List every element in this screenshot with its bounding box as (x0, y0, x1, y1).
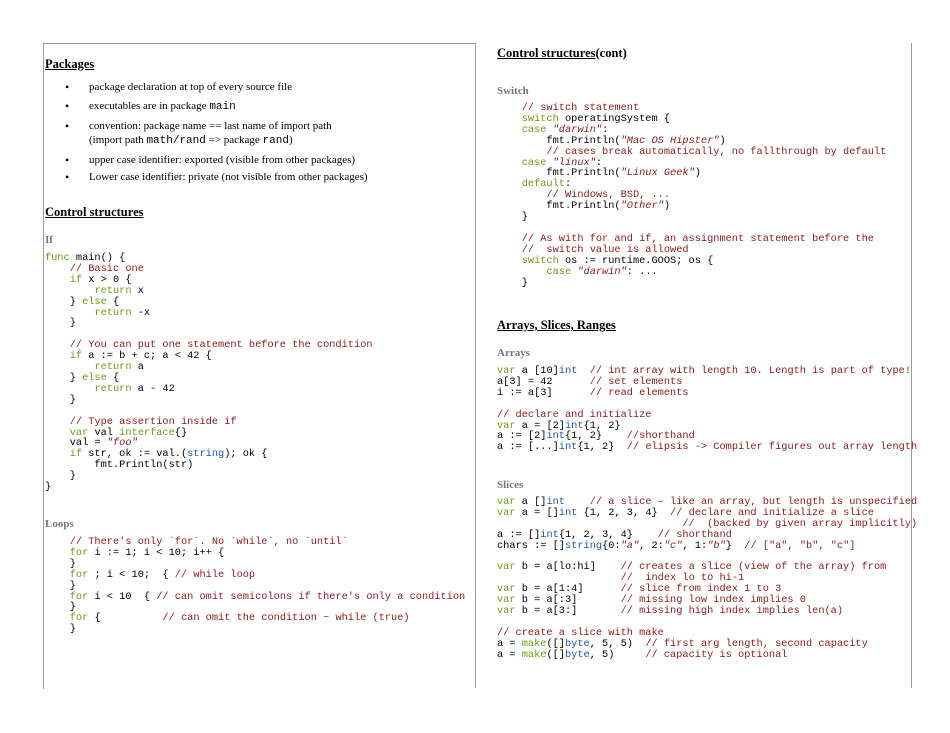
code-token: , 2: (639, 539, 664, 552)
code-token: ) (663, 200, 671, 213)
if-code-block: func main() { // Basic one if x > 0 { re… (45, 253, 373, 493)
arrays-heading: Arrays (497, 347, 530, 359)
list-item: Lower case identifier: private (not visi… (65, 170, 470, 184)
control-structures-heading: Control structures (45, 205, 144, 219)
list-item: upper case identifier: exported (visible… (65, 153, 470, 167)
code-token: int (558, 441, 578, 454)
code-token: {0: (602, 539, 621, 552)
switch-code-block: // switch statement switch operatingSyst… (497, 103, 887, 289)
code-token: } (45, 623, 76, 636)
code-token: // ["a", "b", "c"] (744, 539, 856, 552)
code-token: string (564, 539, 603, 552)
code-token: ) (694, 167, 701, 180)
code-token: , 1: (682, 539, 708, 552)
code-line: } (45, 317, 76, 329)
code-line: i := a[3] // read elements (497, 387, 689, 399)
code-token: "Other" (620, 200, 664, 213)
arrays-slices-ranges-heading: Arrays, Slices, Ranges (497, 318, 616, 332)
code-line: } (45, 623, 76, 635)
code-token: a := [...] (497, 441, 559, 454)
code-token: } (497, 211, 528, 224)
packages-heading: Packages (45, 57, 95, 71)
control-structures-cont-heading: Control structures (cont) (497, 46, 627, 60)
list-item: executables are in package main (65, 99, 470, 114)
code-token: case (546, 265, 572, 278)
code-token: return (94, 382, 132, 395)
code-line: for { // can omit the condition ~ while … (45, 612, 410, 624)
list-item: package declaration at top of every sour… (65, 80, 470, 94)
code-token: a = (497, 648, 522, 661)
code-token: "b" (707, 539, 726, 552)
code-token: ([] (546, 648, 565, 661)
code-line: a := [...]int{1, 2} // elipsis -> Compil… (497, 441, 917, 453)
code-token: byte (564, 648, 590, 661)
code-token: // capacity is optional (645, 648, 788, 661)
code-line: chars := []string{0:"a", 2:"c", 1:"b"} /… (497, 540, 855, 552)
code-line: var b = a[3:] // missing high index impl… (497, 605, 843, 617)
code-token: i < 10 { (88, 590, 157, 603)
code-token: } (45, 481, 52, 494)
code-token: {1, 2} (577, 441, 627, 454)
code-token: , 5) (589, 648, 646, 661)
code-token: x (131, 284, 144, 297)
code-line: for ; i < 10; { // while loop (45, 569, 255, 581)
code-token: } (497, 276, 528, 289)
code-token: a (131, 361, 144, 374)
code-token: // read elements (589, 386, 689, 399)
packages-list: package declaration at top of every sour… (65, 80, 470, 184)
code-token: { (88, 612, 163, 625)
code-token: make (521, 648, 547, 661)
code-token: // while loop (174, 568, 256, 581)
code-token: b = a[3:] (515, 605, 621, 618)
code-token: "a" (620, 539, 640, 552)
arrays-code-block: var a [10]int // int array with length 1… (497, 366, 917, 453)
code-token: "darwin" (577, 265, 627, 278)
code-token: var (497, 605, 516, 618)
code-token: // can omit the condition ~ while (true) (162, 612, 410, 625)
code-token: chars := [] (497, 539, 565, 552)
code-token: "Linux Geek" (620, 167, 695, 180)
code-line: } (45, 481, 51, 493)
code-token: } (45, 317, 76, 330)
slices-code-block: var a []int // a slice – like an array, … (497, 497, 917, 661)
code-token: i := a[3] (497, 386, 590, 399)
code-token: ; i < 10; { (88, 568, 175, 581)
slices-heading: Slices (497, 479, 524, 491)
code-line: for i < 10 { // can omit semicolons if t… (45, 590, 466, 603)
code-token: {} (174, 426, 188, 439)
code-token: // missing high index implies len(a) (620, 605, 844, 618)
code-token: } (45, 393, 76, 406)
list-item: convention: package name == last name of… (65, 119, 470, 148)
if-heading: If (45, 234, 53, 246)
code-token: // elipsis -> Compiler figures out array… (626, 441, 918, 454)
code-token: -x (131, 306, 151, 319)
code-token: "c" (663, 539, 683, 552)
code-token: // can omit semicolons if there's only a… (156, 590, 466, 603)
loops-heading: Loops (45, 518, 74, 530)
code-line: a = make([]byte, 5) // capacity is optio… (497, 649, 787, 661)
code-token: return (94, 306, 132, 319)
switch-heading: Switch (497, 85, 529, 97)
code-token: i := 1; i < 10; i++ { (88, 546, 225, 559)
code-token: a - 42 (131, 382, 175, 395)
code-line: } (45, 394, 76, 406)
code-token: ); ok { (224, 448, 268, 461)
code-line: } (497, 277, 528, 289)
code-token: : ... (626, 265, 658, 278)
code-token: } (725, 539, 745, 552)
code-line: } (497, 211, 528, 223)
loops-code-block: // There's only `for`. No `while`, no `u… (45, 537, 466, 635)
